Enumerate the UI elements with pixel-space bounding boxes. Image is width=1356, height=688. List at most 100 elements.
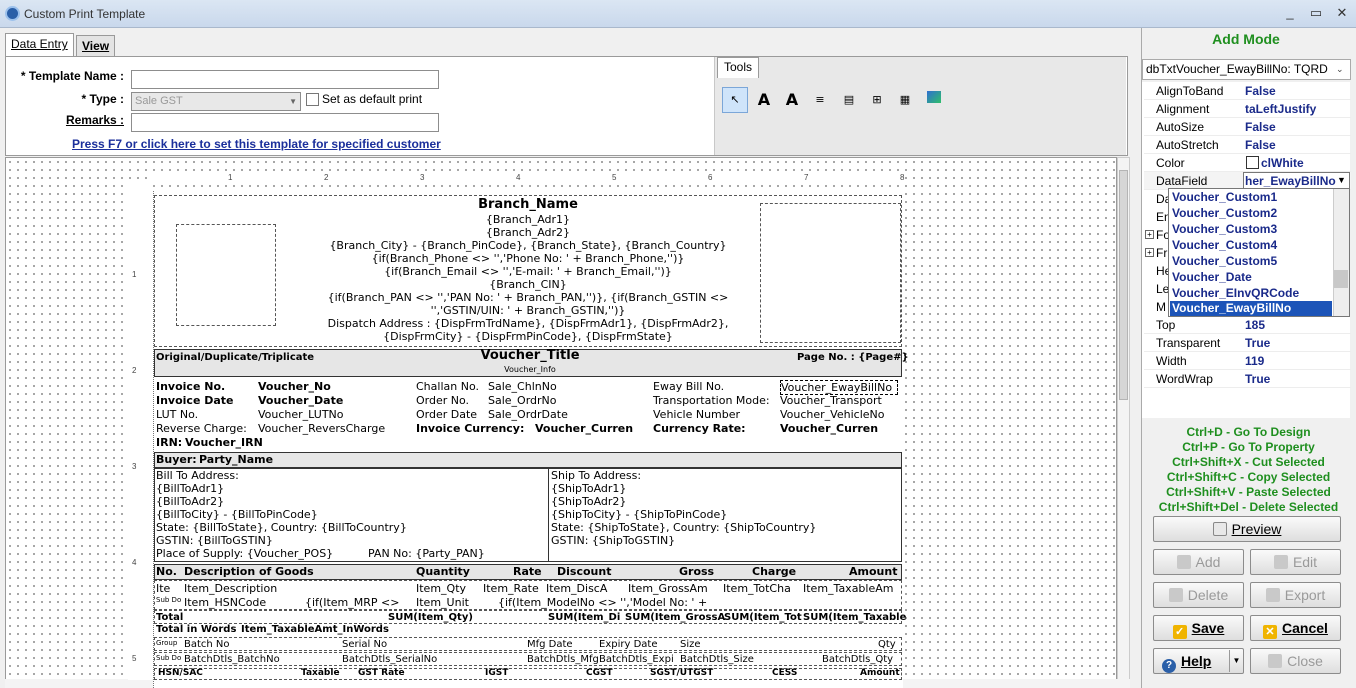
sale-chlnno-field[interactable]: Sale_ChlnNo [488,380,557,393]
bill-line[interactable]: {BillToCity} - {BillToPinCode} [156,508,318,521]
page-no-field[interactable]: Page No. : {Page#} [797,351,909,364]
tax-hsn-label[interactable]: HSN/SAC [158,668,203,679]
component-select[interactable]: dbTxtVoucher_EwayBillNo: TQRD ⌄ [1142,59,1351,80]
col-charge[interactable]: Charge [752,565,796,578]
transportation-mode-label[interactable]: Transportation Mode: [653,394,770,407]
ship-line[interactable]: GSTIN: {ShipToGSTIN} [551,534,675,547]
property-value[interactable]: True [1245,334,1270,352]
sub-detail-label[interactable]: Sub Do [156,596,181,605]
ship-line[interactable]: Ship To Address: [551,469,641,482]
mfg-date-label[interactable]: Mfg Date [527,638,573,651]
item-modelno-field[interactable]: {if(Item_ModelNo <> '','Model No: ' + [498,596,707,609]
maximize-button[interactable]: ▭ [1303,4,1329,22]
tax-taxable-label[interactable]: Taxable [301,668,340,679]
pointer-tool-icon[interactable]: ↖ [722,87,748,113]
copy-label[interactable]: Original/Duplicate/Triplicate [156,351,314,364]
template-name-input[interactable] [131,70,439,89]
property-value[interactable]: 185 [1245,316,1265,334]
close-button[interactable]: Close [1250,648,1341,674]
default-print-checkbox[interactable] [306,93,319,106]
item-taxable-field[interactable]: Item_TaxableAm [803,582,893,595]
eway-bill-no-label[interactable]: Eway Bill No. [653,380,724,393]
dropdown-scrollbar[interactable] [1333,189,1349,316]
pan-no-field[interactable]: PAN No: {Party_PAN} [368,547,485,560]
batch-no-label[interactable]: Batch No [184,638,230,651]
buyer-label[interactable]: Buyer: [156,453,197,466]
order-no-label[interactable]: Order No. [416,394,469,407]
delete-button[interactable]: Delete [1153,582,1244,608]
customer-template-link[interactable]: Press F7 or click here to set this templ… [72,137,441,151]
batch-expiry-field[interactable]: BatchDtls_Expi [599,653,674,666]
ship-line[interactable]: {ShipToAdr1} [551,482,626,495]
datafield-option-selected[interactable]: Voucher_EwayBillNo [1172,300,1291,316]
branch-name-field[interactable]: Branch_Name [300,198,756,211]
item-sno-field[interactable]: Ite [156,582,170,595]
voucher-curren-rate-field[interactable]: Voucher_Curren [780,422,878,435]
header-line[interactable]: '','GSTIN/UIN: ' + Branch_GSTIN,'')} [300,304,756,317]
header-line[interactable]: {DispFrmCity} - {DispFrmPinCode}, {DispF… [300,330,756,343]
header-line[interactable]: {Branch_CIN} [300,278,756,291]
batch-qty-label[interactable]: Qty [878,638,896,651]
reverse-charge-label[interactable]: Reverse Charge: [156,422,247,435]
bill-line[interactable]: GSTIN: {BillToGSTIN} [156,534,273,547]
image-tool-icon[interactable]: ▦ [892,87,918,113]
sum-taxable-field[interactable]: SUM(Item_Taxable [803,611,906,624]
item-description-field[interactable]: Item_Description [184,582,277,595]
cancel-button[interactable]: ✕ Cancel [1250,615,1341,641]
sale-ordrno-field[interactable]: Sale_OrdrNo [488,394,557,407]
batch-mfg-field[interactable]: BatchDtls_Mfg [527,653,599,666]
datafield-option[interactable]: Voucher_Date [1172,269,1252,285]
serial-no-label[interactable]: Serial No [342,638,387,651]
item-unit-field[interactable]: Item_Unit [416,596,469,609]
sum-totcharge-field[interactable]: SUM(Item_Tot [724,611,802,624]
voucher-date-field[interactable]: Voucher_Date [258,394,343,407]
chevron-down-icon[interactable]: ▼ [1335,173,1348,188]
header-line[interactable]: {if(Branch_PAN <> '','PAN No: ' + Branch… [300,291,756,304]
sale-ordrdate-field[interactable]: Sale_OrdrDate [488,408,568,421]
col-discount[interactable]: Discount [557,565,611,578]
datafield-option[interactable]: Voucher_Custom5 [1172,253,1277,269]
property-value[interactable]: 119 [1245,352,1264,370]
datafield-option[interactable]: Voucher_EInvQRCode [1172,285,1299,301]
header-line[interactable]: {if(Branch_Email <> '','E-mail: ' + Bran… [300,265,756,278]
col-amount[interactable]: Amount [849,565,897,578]
datafield-option[interactable]: Voucher_Custom3 [1172,221,1277,237]
voucher-ewaybillno-field[interactable]: Voucher_EwayBillNo [780,380,898,395]
header-line[interactable]: {Branch_Adr1} [300,213,756,226]
sum-qty-field[interactable]: SUM(Item_Qty) [388,611,473,624]
datafield-option[interactable]: Voucher_Custom1 [1172,189,1277,205]
close-window-button[interactable]: ✕ [1329,4,1355,22]
tax-cess-label[interactable]: CESS [772,668,797,679]
voucher-curren-field[interactable]: Voucher_Curren [535,422,633,435]
tab-view[interactable]: View [76,35,116,56]
property-value[interactable]: False [1245,136,1276,154]
tax-gst-rate-label[interactable]: GST Rate [358,668,405,679]
item-disc-field[interactable]: Item_DiscA [546,582,607,595]
property-value[interactable]: False [1245,118,1276,136]
currency-rate-label[interactable]: Currency Rate: [653,422,746,435]
bill-line[interactable]: Bill To Address: [156,469,239,482]
property-value[interactable]: False [1245,82,1276,100]
col-quantity[interactable]: Quantity [416,565,470,578]
tools-tab[interactable]: Tools [717,57,760,78]
header-line[interactable]: {Branch_Adr2} [300,226,756,239]
calc-tool-icon[interactable]: ⊞ [864,87,890,113]
col-gross[interactable]: Gross [679,565,714,578]
datafield-option[interactable]: Voucher_Custom4 [1172,237,1277,253]
sum-disc-field[interactable]: SUM(Item_Di [548,611,620,624]
item-gross-field[interactable]: Item_GrossAm [628,582,708,595]
voucher-info-field[interactable]: Voucher_Info [420,365,640,375]
voucher-title-field[interactable]: Voucher_Title [420,349,640,362]
header-line[interactable]: Dispatch Address : {DispFrmTrdName}, {Di… [300,317,756,330]
save-button[interactable]: ✓ Save [1153,615,1244,641]
label-tool-icon[interactable]: A [751,87,777,113]
sum-gross-field[interactable]: SUM(Item_GrossA [625,611,725,624]
qr-image-placeholder[interactable] [760,203,901,343]
batch-qty-field[interactable]: BatchDtls_Qty [822,653,893,666]
expand-icon[interactable]: + [1145,248,1154,257]
batch-size-field[interactable]: BatchDtls_Size [680,653,754,666]
minimize-button[interactable]: _ [1277,4,1303,22]
ship-line[interactable]: {ShipToAdr2} [551,495,626,508]
invoice-no-label[interactable]: Invoice No. [156,380,225,393]
order-date-label[interactable]: Order Date [416,408,477,421]
